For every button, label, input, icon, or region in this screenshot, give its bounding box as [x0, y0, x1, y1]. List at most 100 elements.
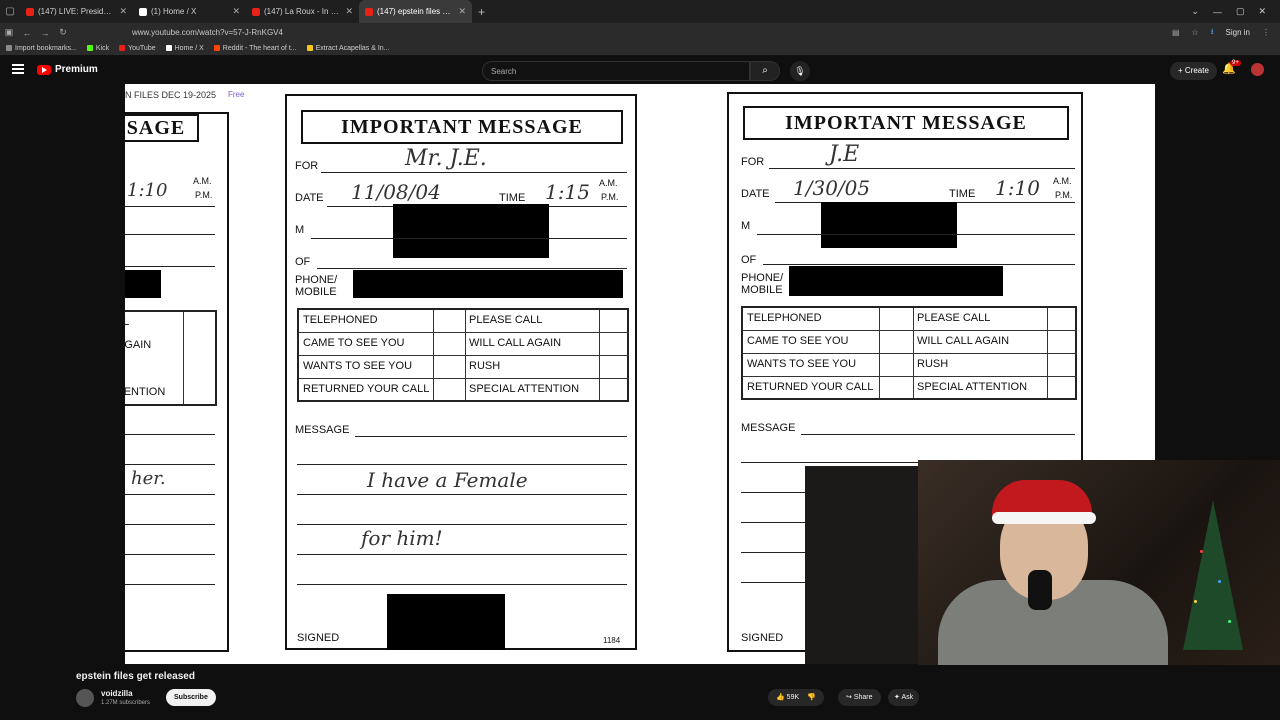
browser-menu-icon[interactable]: ▢ [0, 0, 20, 23]
telephoned-option: TELEPHONED [303, 314, 378, 326]
share-button[interactable]: ↪ Share [838, 689, 881, 706]
date-value: 11/08/04 [351, 180, 441, 204]
settings-icon[interactable]: ⋮ [1262, 28, 1270, 37]
signed-label: SIGNED [741, 632, 784, 644]
form-line [321, 172, 627, 173]
voice-search-button[interactable]: 🎙 [790, 61, 810, 81]
mic-icon: 🎙 [794, 66, 806, 76]
for-value: J.E [829, 142, 860, 167]
kick-icon [86, 45, 93, 52]
time-label: TIME [499, 192, 526, 204]
bookmarks-bar: Import bookmarks... Kick YouTube Home / … [0, 42, 1280, 56]
forward-icon[interactable]: → [36, 28, 54, 38]
form-line [125, 434, 215, 435]
of-label: OF [741, 254, 757, 266]
maximize-icon[interactable]: ▢ [1236, 6, 1245, 17]
redaction-block [821, 202, 957, 248]
menu-icon[interactable] [12, 64, 24, 74]
youtube-favicon-icon [365, 7, 373, 16]
extensions-icon[interactable]: ▤ [1172, 28, 1180, 37]
message-label: MESSAGE [295, 424, 350, 436]
am-label: A.M. [193, 176, 212, 186]
sparkle-icon: ✦ [894, 694, 900, 701]
close-tab-icon[interactable]: ✕ [345, 6, 353, 17]
bookmark-item[interactable]: Home / X [165, 45, 204, 52]
wants-to-see-option: WANTS TO SEE YOU [303, 360, 413, 372]
slip-title: IMPORTANT MESSAGE [743, 106, 1069, 140]
grid-divider [743, 376, 1077, 377]
grid-divider [299, 355, 629, 356]
reload-icon[interactable]: ↻ [54, 27, 72, 38]
youtube-icon [119, 45, 126, 52]
browser-tab[interactable]: (147) LIVE: President Trump ma ✕ [20, 0, 133, 23]
bookmark-item[interactable]: Kick [86, 45, 109, 52]
browser-tab[interactable]: (1) Home / X ✕ [133, 0, 246, 23]
grid-divider [299, 332, 629, 333]
returned-call-option: RETURNED YOUR CALL [747, 381, 874, 393]
close-tab-icon[interactable]: ✕ [458, 6, 466, 17]
bookmark-star-icon[interactable]: ☆ [1192, 28, 1199, 37]
dislike-button[interactable]: 👎 [807, 689, 816, 706]
bookmark-item[interactable]: Import bookmarks... [6, 45, 77, 52]
create-button[interactable]: + Create [1170, 62, 1217, 80]
for-label: FOR [741, 156, 765, 168]
browser-tab-strip: ▢ (147) LIVE: President Trump ma ✕ (1) H… [0, 0, 1280, 23]
sign-in-button[interactable]: Sign in [1226, 28, 1250, 37]
download-icon[interactable]: ⭳ [1211, 26, 1214, 40]
subscribe-button[interactable]: Subscribe [166, 689, 216, 706]
youtube-header: Premium Search ⌕ 🎙 + Create 🔔 9+ [0, 56, 1280, 84]
message-slip-center: IMPORTANT MESSAGE FOR Mr. J.E. DATE 11/0… [285, 94, 637, 650]
tab-title: (1) Home / X [151, 7, 197, 16]
handwritten-message: for him! [361, 526, 443, 550]
video-overlay-label: N FILES DEC 19-2025 [125, 90, 217, 100]
close-tab-icon[interactable]: ✕ [232, 6, 240, 17]
form-line [757, 234, 1075, 235]
slip-title: IMPORTANT MESSAGE [301, 110, 623, 144]
url-field[interactable]: www.youtube.com/watch?v=57-J-RnKGV4 [132, 28, 1172, 37]
bookmark-item[interactable]: Extract Acapellas & In... [306, 45, 390, 52]
date-label: DATE [741, 188, 770, 200]
minimize-icon[interactable]: — [1213, 7, 1222, 17]
account-avatar[interactable] [1251, 63, 1264, 76]
close-window-icon[interactable]: ✕ [1258, 6, 1266, 17]
page-number: 1184 [603, 636, 621, 645]
checkbox-grid: TELEPHONED CAME TO SEE YOU WANTS TO SEE … [741, 306, 1077, 400]
like-button[interactable]: 👍 59K [776, 689, 799, 706]
rush-option: RUSH [469, 360, 501, 372]
for-label: FOR [295, 160, 319, 172]
form-line [125, 464, 215, 465]
free-label: Free [228, 90, 245, 99]
x-icon [165, 45, 172, 52]
tree-light [1194, 600, 1197, 603]
bookmark-item[interactable]: YouTube [119, 45, 156, 52]
form-line [297, 554, 627, 555]
tab-search-icon[interactable]: ⌄ [1191, 6, 1199, 17]
form-line [763, 264, 1075, 265]
pm-label: P.M. [601, 192, 619, 202]
sidebar-toggle-icon[interactable]: ▣ [0, 27, 18, 38]
browser-tab-active[interactable]: (147) epstein files get relea ✕ [359, 0, 472, 23]
handwritten-message: her. [131, 468, 166, 489]
form-line [297, 464, 627, 465]
form-line [355, 436, 627, 437]
please-call-option: PLEASE CALL [469, 314, 543, 326]
channel-name[interactable]: voidzilla [101, 689, 133, 698]
am-label: A.M. [1053, 176, 1072, 186]
search-input[interactable]: Search [482, 61, 750, 81]
form-line [125, 524, 215, 525]
back-icon[interactable]: ← [18, 28, 36, 38]
search-button[interactable]: ⌕ [750, 61, 780, 81]
youtube-logo[interactable]: Premium [37, 64, 98, 75]
close-tab-icon[interactable]: ✕ [119, 6, 127, 17]
thumbs-down-icon: 👎 [807, 694, 816, 701]
channel-avatar[interactable] [76, 689, 94, 707]
message-label: MESSAGE [741, 422, 796, 434]
wants-to-see-option: WANTS TO SEE YOU [747, 358, 857, 370]
grid-cell: LL [125, 316, 130, 328]
browser-tab[interactable]: (147) La Roux - In For The Kill ( ✕ [246, 0, 359, 23]
time-value: 1:15 [545, 180, 590, 204]
ask-button[interactable]: ✦ Ask [888, 689, 920, 706]
new-tab-button[interactable]: + [472, 5, 491, 19]
bookmark-item[interactable]: Reddit - The heart of t... [213, 45, 297, 52]
search-icon: ⌕ [762, 65, 768, 76]
